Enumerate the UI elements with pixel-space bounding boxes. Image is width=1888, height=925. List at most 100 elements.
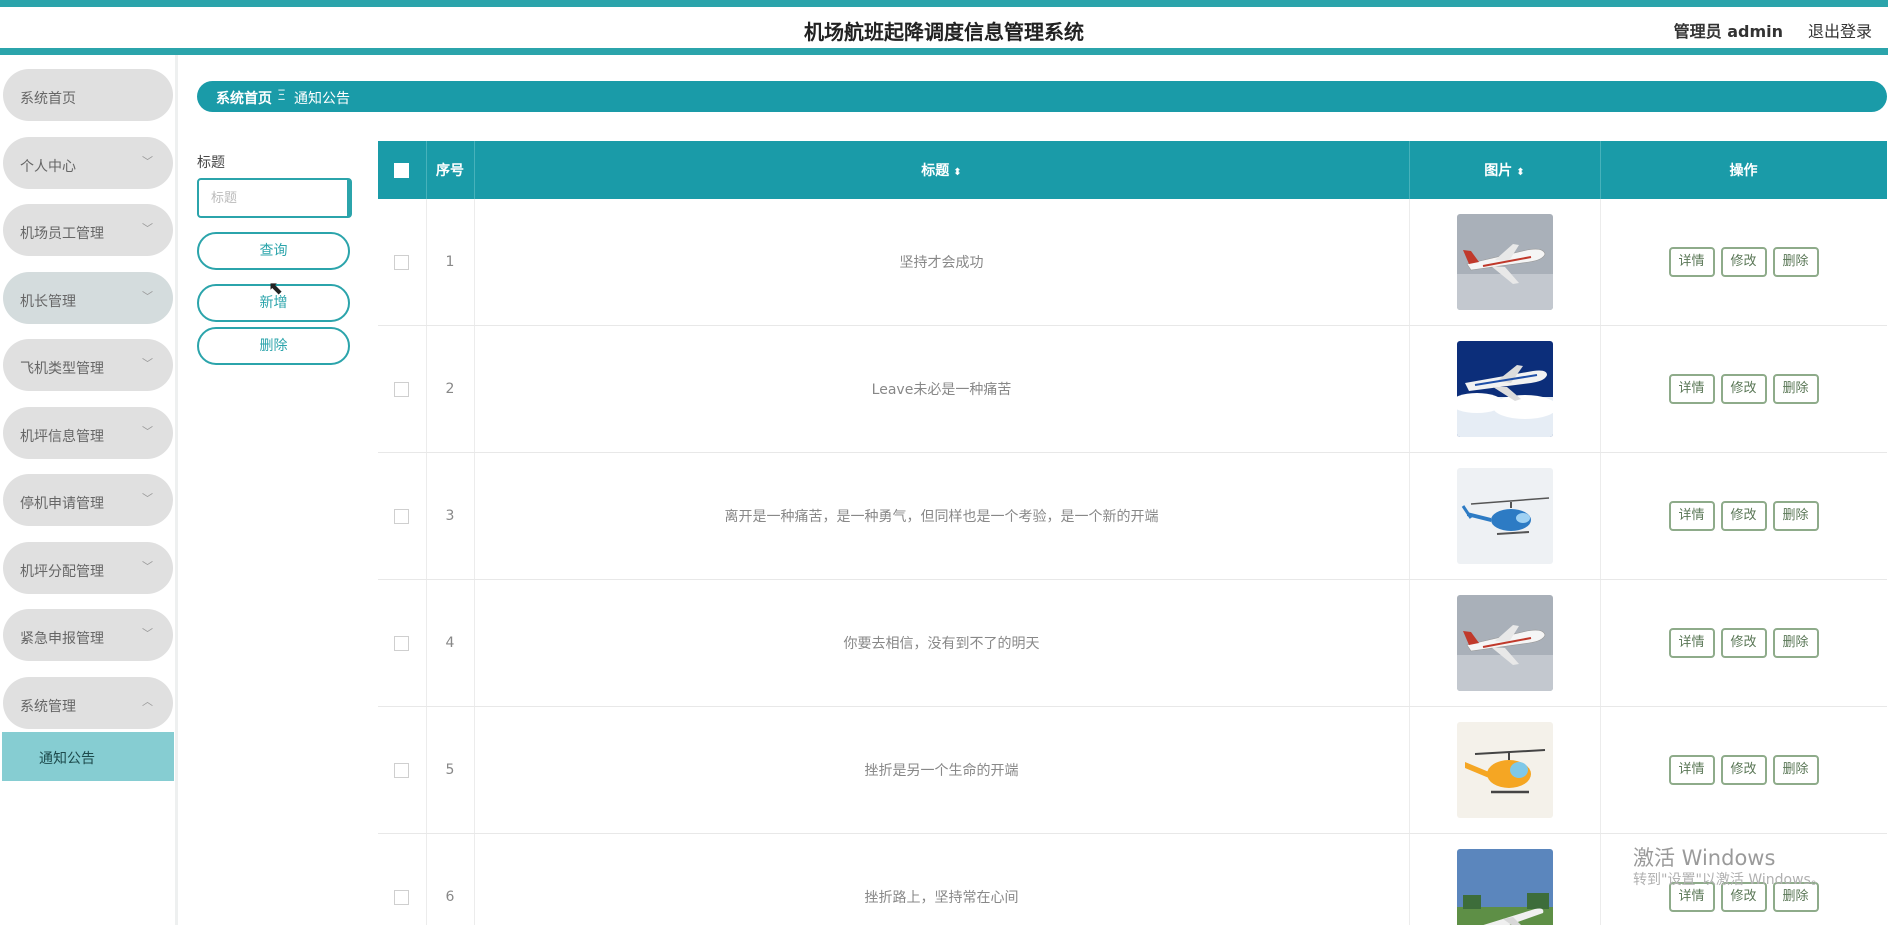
white-airliner-image[interactable] — [1456, 214, 1553, 310]
orange-helicopter-image[interactable] — [1456, 722, 1553, 818]
header-bottom-stripe — [0, 48, 1888, 55]
delete-button[interactable]: 删除 — [197, 327, 350, 365]
chevron-down-icon: ﹀ — [142, 155, 153, 168]
sidebar-item-apron-info[interactable]: 机坪信息管理 ﹀ — [3, 407, 173, 459]
detail-button[interactable]: 详情 — [1668, 247, 1715, 277]
sidebar: 系统首页 个人中心 ﹀ 机场员工管理 ﹀ 机长管理 ﹀ 飞机类型管理 ﹀ 机坪信… — [0, 55, 178, 925]
row-delete-button[interactable]: 删除 — [1772, 755, 1819, 785]
sidebar-item-emergency[interactable]: 紧急申报管理 ﹀ — [3, 609, 173, 661]
row-checkbox[interactable] — [394, 254, 410, 270]
sort-icon[interactable]: ⬍ — [1516, 167, 1524, 178]
mouse-cursor-icon: ⬉ — [268, 278, 284, 299]
app-title: 机场航班起降调度信息管理系统 — [804, 20, 1084, 44]
row-ops: 详情 修改 删除 — [1600, 452, 1887, 580]
blue-helicopter-image[interactable] — [1456, 468, 1553, 564]
detail-button[interactable]: 详情 — [1668, 628, 1715, 658]
sidebar-item-label: 机长管理 — [20, 294, 76, 310]
row-delete-button[interactable]: 删除 — [1772, 247, 1819, 277]
row-select-cell — [378, 325, 427, 453]
row-select-cell — [378, 199, 427, 326]
sidebar-item-captain[interactable]: 机长管理 ﹀ — [3, 272, 173, 324]
row-ops: 详情 修改 删除 — [1600, 325, 1887, 453]
search-input[interactable] — [197, 178, 352, 218]
sidebar-subitem-notice[interactable]: 通知公告 — [2, 732, 174, 781]
row-delete-button[interactable]: 删除 — [1772, 374, 1819, 404]
breadcrumb-separator-icon: Ξ — [277, 88, 286, 104]
select-all-cell — [378, 141, 427, 199]
row-checkbox[interactable] — [394, 508, 410, 524]
logout-link[interactable]: 退出登录 — [1808, 18, 1872, 42]
sidebar-item-aircraft-type[interactable]: 飞机类型管理 ﹀ — [3, 339, 173, 391]
col-header-index: 序号 — [426, 141, 475, 199]
row-title: 挫折路上，坚持常在心间 — [474, 833, 1410, 925]
sidebar-item-label: 停机申请管理 — [20, 496, 104, 512]
sidebar-item-label: 系统管理 — [20, 699, 76, 715]
row-select-cell — [378, 452, 427, 580]
app-header: 机场航班起降调度信息管理系统 管理员 admin 退出登录 — [0, 7, 1888, 48]
chevron-down-icon: ﹀ — [142, 627, 153, 640]
breadcrumb-home[interactable]: 系统首页 — [216, 88, 272, 108]
row-index: 5 — [426, 706, 475, 834]
select-all-checkbox[interactable] — [394, 162, 410, 178]
breadcrumb-current: 通知公告 — [294, 91, 350, 107]
row-delete-button[interactable]: 删除 — [1772, 501, 1819, 531]
sidebar-item-label: 紧急申报管理 — [20, 631, 104, 647]
row-select-cell — [378, 579, 427, 707]
sidebar-item-label: 个人中心 — [20, 159, 76, 175]
sidebar-subitem-label: 通知公告 — [39, 751, 95, 767]
row-ops: 详情 修改 删除 — [1600, 706, 1887, 834]
sidebar-item-home[interactable]: 系统首页 — [3, 69, 173, 121]
row-select-cell — [378, 706, 427, 834]
sidebar-item-personal-center[interactable]: 个人中心 ﹀ — [3, 137, 173, 189]
sidebar-item-parking-request[interactable]: 停机申请管理 ﹀ — [3, 474, 173, 526]
row-ops: 详情 修改 删除 — [1600, 579, 1887, 707]
chevron-down-icon: ﹀ — [142, 560, 153, 573]
sort-icon[interactable]: ⬍ — [953, 167, 961, 178]
query-button[interactable]: 查询 — [197, 232, 350, 270]
edit-button[interactable]: 修改 — [1720, 755, 1767, 785]
row-image-cell — [1409, 706, 1601, 834]
row-title: 挫折是另一个生命的开端 — [474, 706, 1410, 834]
row-delete-button[interactable]: 删除 — [1772, 628, 1819, 658]
white-airliner-image[interactable] — [1456, 595, 1553, 691]
row-checkbox[interactable] — [394, 889, 410, 905]
col-header-title[interactable]: 标题 ⬍ — [474, 141, 1410, 199]
edit-button[interactable]: 修改 — [1720, 247, 1767, 277]
row-checkbox[interactable] — [394, 762, 410, 778]
row-index: 6 — [426, 833, 475, 925]
sidebar-item-label: 飞机类型管理 — [20, 361, 104, 377]
sidebar-item-staff[interactable]: 机场员工管理 ﹀ — [3, 204, 173, 256]
edit-button[interactable]: 修改 — [1720, 628, 1767, 658]
top-stripe — [0, 0, 1888, 7]
row-index: 2 — [426, 325, 475, 453]
detail-button[interactable]: 详情 — [1668, 501, 1715, 531]
table-row: 4 你要去相信，没有到不了的明天 详情 修改 删除 — [378, 579, 1887, 707]
edit-button[interactable]: 修改 — [1720, 374, 1767, 404]
detail-button[interactable]: 详情 — [1668, 755, 1715, 785]
sidebar-item-system[interactable]: 系统管理 ︿ — [3, 677, 173, 729]
jumbo-jet-clouds-image[interactable] — [1456, 341, 1553, 437]
row-title: 离开是一种痛苦，是一种勇气，但同样也是一个考验，是一个新的开端 — [474, 452, 1410, 580]
windows-watermark-title: 激活 Windows — [1633, 846, 1776, 870]
sidebar-item-apron-allocation[interactable]: 机坪分配管理 ﹀ — [3, 542, 173, 594]
row-title: Leave未必是一种痛苦 — [474, 325, 1410, 453]
row-image-cell — [1409, 199, 1601, 326]
col-header-image[interactable]: 图片 ⬍ — [1409, 141, 1601, 199]
chevron-up-icon: ︿ — [142, 695, 153, 708]
table-row: 2 Leave未必是一种痛苦 详情 修改 删除 — [378, 325, 1887, 453]
search-label: 标题 — [197, 155, 225, 171]
edit-button[interactable]: 修改 — [1720, 501, 1767, 531]
detail-button[interactable]: 详情 — [1668, 374, 1715, 404]
row-index: 1 — [426, 199, 475, 326]
sidebar-item-label: 系统首页 — [20, 91, 76, 107]
user-label: 管理员 admin — [1673, 22, 1783, 41]
col-header-image-label: 图片 — [1484, 163, 1513, 179]
row-image-cell — [1409, 579, 1601, 707]
notice-table: 序号 标题 ⬍ 图片 ⬍ 操作 1 坚持才会成功 详情 修改 删除 2 Leave未必是一种痛苦… — [378, 141, 1887, 925]
parked-plane-field-image[interactable] — [1456, 849, 1553, 925]
sidebar-item-label: 机坪信息管理 — [20, 429, 104, 445]
windows-watermark-subtitle: 转到"设置"以激活 Windows。 — [1633, 872, 1825, 888]
row-checkbox[interactable] — [394, 381, 410, 397]
row-checkbox[interactable] — [394, 635, 410, 651]
sidebar-item-label: 机场员工管理 — [20, 226, 104, 242]
